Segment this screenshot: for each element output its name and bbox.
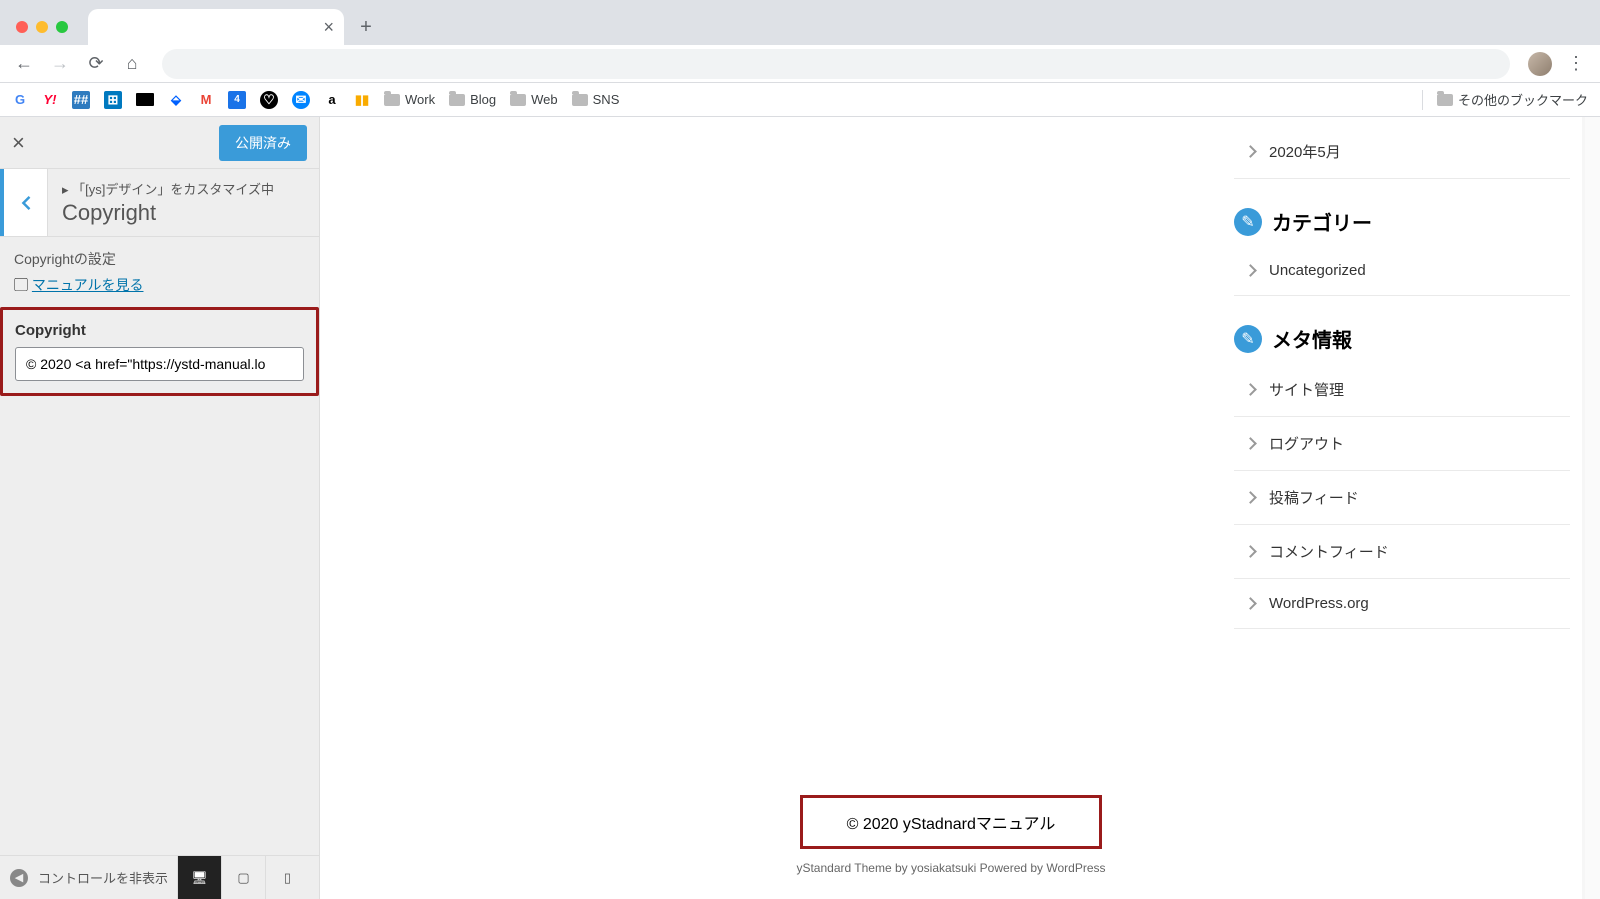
home-button[interactable]: ⌂ bbox=[120, 52, 144, 76]
address-bar[interactable] bbox=[162, 49, 1510, 79]
profile-avatar[interactable] bbox=[1528, 52, 1552, 76]
bookmark-y[interactable]: Y! bbox=[42, 92, 58, 108]
customizer-panel: × 公開済み ▸ 「[ys]デザイン」をカスタマイズ中 Copyright Co… bbox=[0, 117, 320, 899]
meta-item[interactable]: コメントフィード bbox=[1234, 525, 1570, 579]
browser-tab[interactable]: × bbox=[88, 9, 344, 45]
back-button[interactable]: ← bbox=[12, 52, 36, 76]
bookmark-screen[interactable] bbox=[136, 93, 154, 106]
page-scrollbar[interactable] bbox=[1585, 117, 1600, 899]
bookmark-Work[interactable]: Work bbox=[384, 92, 435, 107]
copyright-input[interactable] bbox=[15, 347, 304, 381]
device-desktop-button[interactable]: 🖥 bbox=[177, 856, 221, 899]
widget-heading-categories: ✎ カテゴリー bbox=[1234, 207, 1570, 236]
publish-button[interactable]: 公開済み bbox=[219, 125, 307, 161]
device-preview-switch: 🖥 ▢ ▯ bbox=[177, 856, 309, 899]
bookmark-ga[interactable]: ▮▮ bbox=[354, 92, 370, 108]
manual-icon: ▢ bbox=[14, 277, 28, 293]
bookmark-SNS[interactable]: SNS bbox=[572, 92, 620, 107]
bookmark-Web[interactable]: Web bbox=[510, 92, 558, 107]
meta-item[interactable]: サイト管理 bbox=[1234, 363, 1570, 417]
window-controls bbox=[8, 21, 76, 45]
breadcrumb-context: ▸ 「[ys]デザイン」をカスタマイズ中 bbox=[62, 179, 305, 198]
other-bookmarks-label: その他のブックマーク bbox=[1458, 90, 1588, 109]
window-zoom-icon[interactable] bbox=[56, 21, 68, 33]
folder-icon bbox=[1437, 94, 1453, 106]
bookmark-amazon[interactable]: a bbox=[324, 92, 340, 108]
bookmark-cal[interactable]: 4 bbox=[228, 91, 246, 109]
meta-item[interactable]: 投稿フィード bbox=[1234, 471, 1570, 525]
bookmarks-separator bbox=[1422, 90, 1423, 110]
customizer-back-button[interactable] bbox=[0, 169, 48, 236]
bookmark-github[interactable]: ♡ bbox=[260, 91, 278, 109]
archive-item[interactable]: 2020年5月 bbox=[1234, 125, 1570, 179]
copyright-field-label: Copyright bbox=[15, 322, 304, 339]
window-close-icon[interactable] bbox=[16, 21, 28, 33]
edit-widget-icon[interactable]: ✎ bbox=[1234, 325, 1262, 353]
bookmark-hash[interactable]: ## bbox=[72, 91, 90, 109]
meta-item[interactable]: WordPress.org bbox=[1234, 579, 1570, 629]
bookmark-g[interactable]: G bbox=[12, 92, 28, 108]
browser-menu-button[interactable]: ⋮ bbox=[1564, 53, 1588, 74]
new-tab-button[interactable]: + bbox=[352, 13, 380, 41]
bookmark-dropbox[interactable]: ⬙ bbox=[168, 92, 184, 108]
category-item[interactable]: Uncategorized bbox=[1234, 246, 1570, 296]
panel-description: Copyrightの設定 bbox=[0, 237, 319, 275]
meta-item[interactable]: ログアウト bbox=[1234, 417, 1570, 471]
site-footer: © 2020 yStadnardマニュアル yStandard Theme by… bbox=[320, 769, 1582, 899]
customizer-footer: ◀ コントロールを非表示 🖥 ▢ ▯ bbox=[0, 855, 319, 899]
other-bookmarks[interactable]: その他のブックマーク bbox=[1437, 90, 1588, 109]
widget-title: カテゴリー bbox=[1272, 207, 1372, 236]
footer-copyright: © 2020 yStadnardマニュアル bbox=[800, 795, 1103, 849]
footer-credit: yStandard Theme by yosiakatsuki Powered … bbox=[320, 861, 1582, 875]
manual-link[interactable]: マニュアルを見る bbox=[32, 277, 144, 293]
edit-widget-icon[interactable]: ✎ bbox=[1234, 208, 1262, 236]
browser-toolbar: ← → ⟳ ⌂ ⋮ bbox=[0, 45, 1600, 83]
panel-title: Copyright bbox=[62, 200, 305, 226]
device-tablet-button[interactable]: ▢ bbox=[221, 856, 265, 899]
chevron-left-icon bbox=[19, 196, 33, 210]
forward-button[interactable]: → bbox=[48, 52, 72, 76]
site-preview: 2020年5月 ✎ カテゴリー Uncategorized ✎ メタ情報 サイト… bbox=[320, 117, 1600, 899]
window-minimize-icon[interactable] bbox=[36, 21, 48, 33]
bookmark-trello[interactable]: ⊞ bbox=[104, 91, 122, 109]
bookmark-Blog[interactable]: Blog bbox=[449, 92, 496, 107]
copyright-field-group: Copyright bbox=[0, 307, 319, 396]
browser-tabstrip: × + bbox=[0, 0, 1600, 45]
reload-button[interactable]: ⟳ bbox=[84, 52, 108, 76]
collapse-controls-label: コントロールを非表示 bbox=[38, 868, 167, 887]
bookmark-msgr[interactable]: ✉ bbox=[292, 91, 310, 109]
bookmark-gmail[interactable]: M bbox=[198, 92, 214, 108]
tab-close-icon[interactable]: × bbox=[323, 17, 334, 38]
collapse-controls-button[interactable]: ◀ bbox=[10, 869, 28, 887]
widget-title: メタ情報 bbox=[1272, 324, 1352, 353]
customizer-close-button[interactable]: × bbox=[12, 130, 25, 156]
widget-heading-meta: ✎ メタ情報 bbox=[1234, 324, 1570, 353]
bookmarks-bar: G Y! ## ⊞ ⬙ M4 ♡ ✉ a ▮▮ Work Blog Web SNS その他のブックマーク bbox=[0, 83, 1600, 117]
device-mobile-button[interactable]: ▯ bbox=[265, 856, 309, 899]
